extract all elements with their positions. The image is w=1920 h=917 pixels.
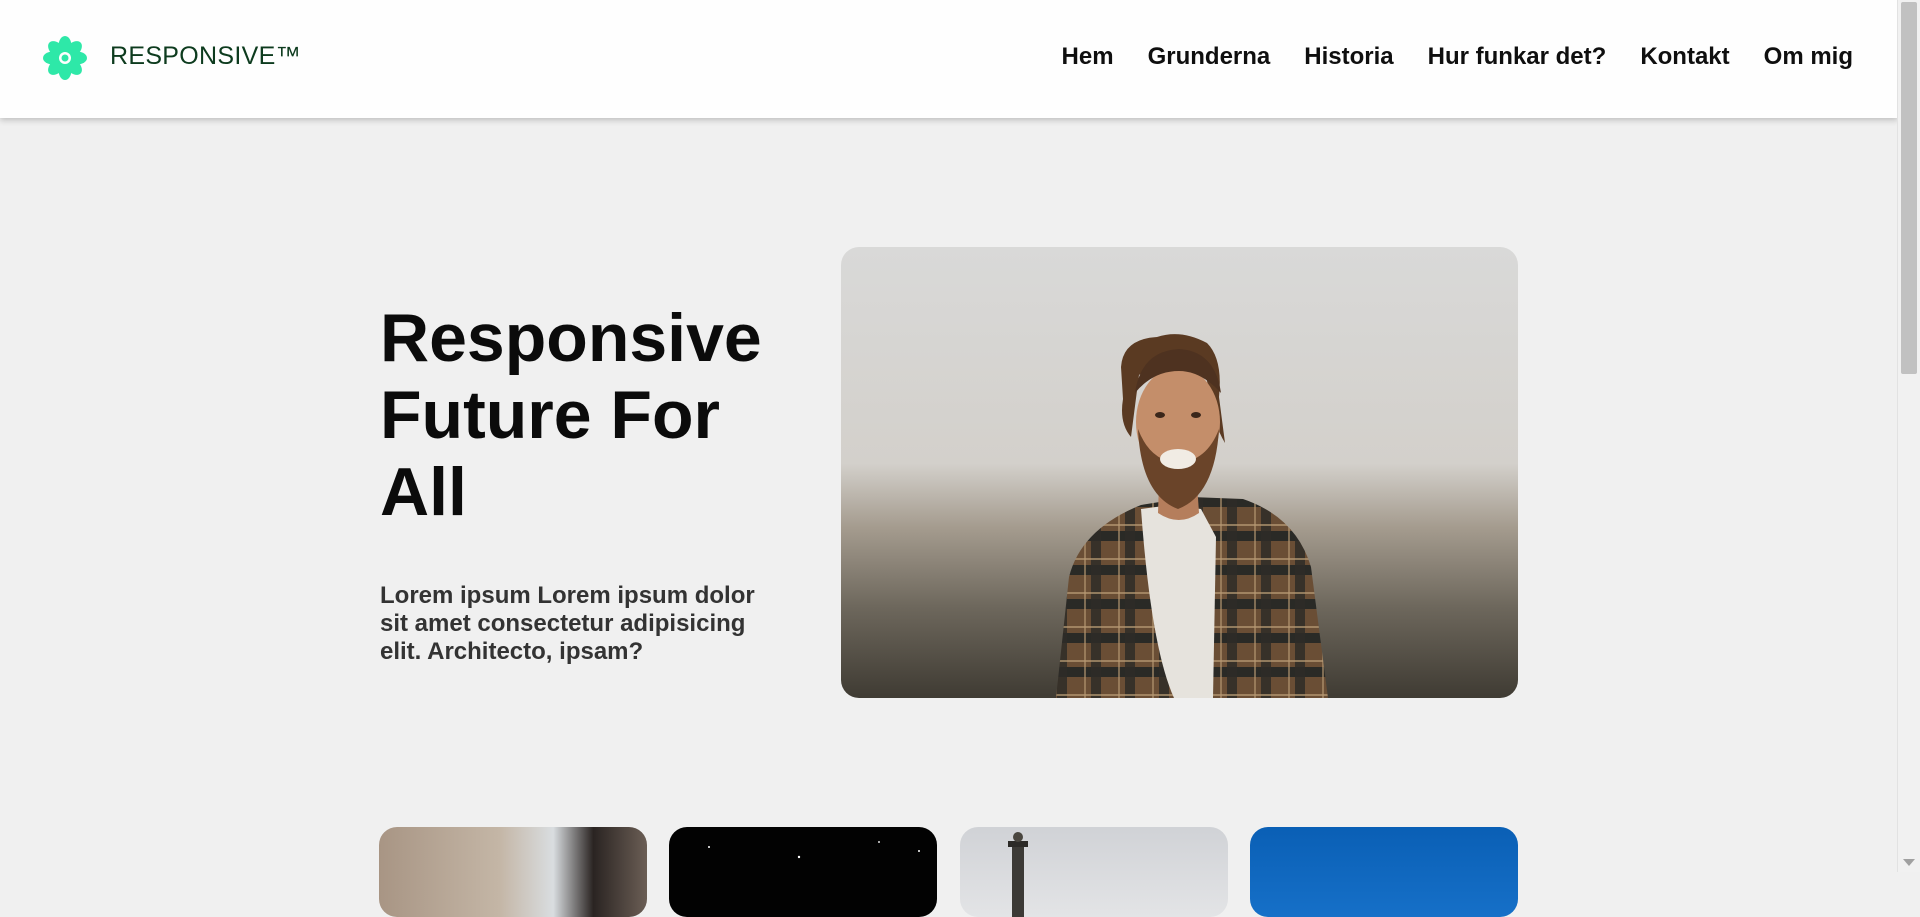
hero-text: Lorem ipsum Lorem ipsum dolor sit amet c… (380, 582, 755, 665)
nav-item-historia[interactable]: Historia (1304, 42, 1393, 72)
card-woman-photo[interactable] (379, 827, 647, 917)
card-blue-sky-photo[interactable] (1250, 827, 1518, 917)
nav-item-kontakt[interactable]: Kontakt (1640, 42, 1729, 72)
nav-item-hur-funkar-det[interactable]: Hur funkar det? (1428, 42, 1607, 72)
card-night-sky-photo[interactable] (669, 827, 937, 917)
nav-item-grunderna[interactable]: Grunderna (1148, 42, 1271, 72)
flower-icon[interactable] (42, 35, 88, 81)
nav-item-hem[interactable]: Hem (1062, 42, 1114, 72)
hero-title: Responsive Future For All (380, 300, 762, 530)
logo-text[interactable]: RESPONSIVE™ (110, 42, 301, 71)
nav-item-om-mig[interactable]: Om mig (1764, 42, 1853, 72)
main-nav: Hem Grunderna Historia Hur funkar det? K… (1028, 42, 1853, 72)
card-lighthouse-photo[interactable] (960, 827, 1228, 917)
hero-image (841, 247, 1518, 698)
page-scrollbar[interactable] (1897, 0, 1920, 872)
site-header: RESPONSIVE™ Hem Grunderna Historia Hur f… (0, 0, 1898, 118)
scroll-down-arrow-icon[interactable] (1903, 859, 1915, 866)
scrollbar-thumb[interactable] (1901, 2, 1917, 374)
